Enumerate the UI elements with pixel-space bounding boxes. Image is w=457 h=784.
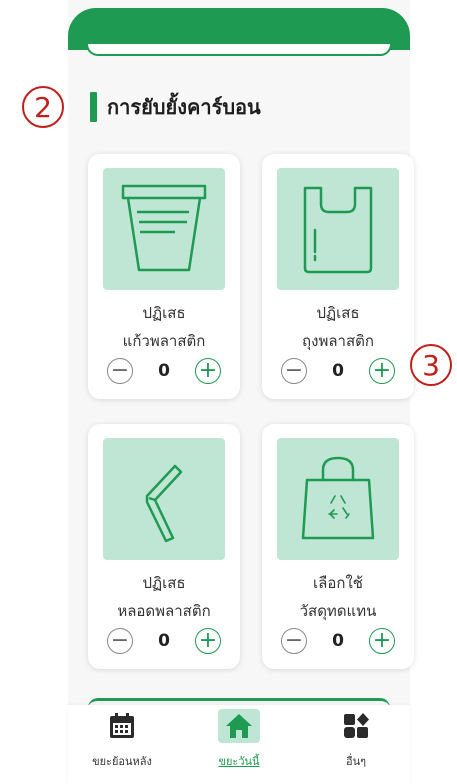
calendar-icon [110, 713, 134, 738]
decrement-button[interactable]: − [281, 628, 307, 654]
nav-label: อื่นๆ [345, 755, 367, 768]
nav-item-today[interactable]: ขยะวันนี้ [189, 705, 289, 784]
nav-label: ขยะย้อนหลัง [92, 755, 152, 768]
increment-button[interactable]: + [369, 358, 395, 384]
count-value: 0 [332, 361, 344, 381]
quantity-stepper: − 0 + [281, 627, 395, 655]
card-label-line1: ปฏิเสธ [142, 574, 186, 592]
shapes-icon [344, 713, 369, 738]
card-label-line2: ถุงพลาสติก [302, 332, 374, 350]
home-icon [226, 714, 252, 738]
nav-item-more[interactable]: อื่นๆ [306, 705, 406, 784]
count-value: 0 [158, 361, 170, 381]
card-refuse-plastic-cup: ปฏิเสธ แก้วพลาสติก − 0 + [88, 154, 240, 399]
card-image [277, 438, 399, 560]
annotation-marker-3: 3 [410, 344, 452, 386]
decrement-button[interactable]: − [107, 628, 133, 654]
section-header: การยับยั้งคาร์บอน [90, 92, 261, 122]
card-label-line1: ปฏิเสธ [316, 304, 360, 322]
card-label-line2: วัสดุทดแทน [299, 602, 377, 620]
header-card-edge [86, 44, 392, 56]
increment-button[interactable]: + [195, 628, 221, 654]
plastic-bag-icon [303, 186, 373, 274]
card-label-line2: หลอดพลาสติก [117, 602, 211, 620]
quantity-stepper: − 0 + [107, 357, 221, 385]
title-accent-bar [90, 92, 97, 122]
quantity-stepper: − 0 + [107, 627, 221, 655]
count-value: 0 [158, 631, 170, 651]
card-label-line1: เลือกใช้ [313, 574, 363, 592]
quantity-stepper: − 0 + [281, 357, 395, 385]
card-label-line2: แก้วพลาสติก [122, 332, 206, 350]
decrement-button[interactable]: − [281, 358, 307, 384]
nav-label: ขยะวันนี้ [218, 755, 260, 768]
nav-item-history[interactable]: ขยะย้อนหลัง [72, 705, 172, 784]
card-label-line1: ปฏิเสธ [142, 304, 186, 322]
nav-icon-container [338, 709, 374, 743]
plastic-cup-icon [121, 184, 207, 272]
count-value: 0 [332, 631, 344, 651]
bottom-navigation: ขยะย้อนหลัง ขยะวันนี้ อื่นๆ [68, 705, 410, 784]
card-image [103, 438, 225, 560]
straw-icon [145, 464, 183, 543]
nav-icon-container [218, 709, 260, 743]
recycle-bag-icon [301, 456, 375, 540]
nav-icon-container [104, 709, 140, 743]
card-image [103, 168, 225, 290]
card-refuse-plastic-bag: ปฏิเสธ ถุงพลาสติก − 0 + [262, 154, 414, 399]
app-screen: การยับยั้งคาร์บอน ปฏิเสธ แก้วพลาสติก − 0… [68, 0, 414, 784]
section-title: การยับยั้งคาร์บอน [107, 95, 261, 119]
card-refuse-plastic-straw: ปฏิเสธ หลอดพลาสติก − 0 + [88, 424, 240, 669]
card-image [277, 168, 399, 290]
increment-button[interactable]: + [195, 358, 221, 384]
annotation-marker-2: 2 [22, 86, 64, 128]
card-choose-alternative-material: เลือกใช้ วัสดุทดแทน − 0 + [262, 424, 414, 669]
decrement-button[interactable]: − [107, 358, 133, 384]
increment-button[interactable]: + [369, 628, 395, 654]
